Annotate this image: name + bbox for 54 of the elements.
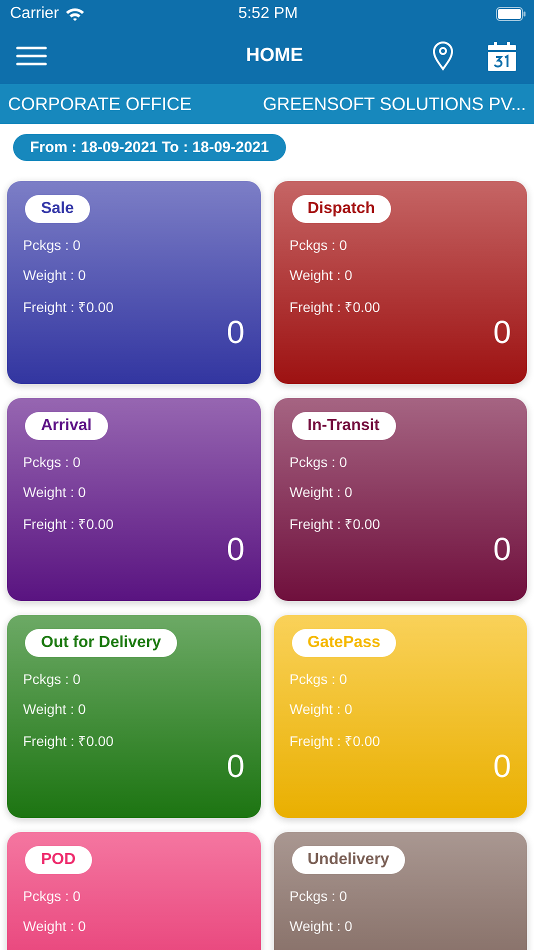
location-pin-icon[interactable] <box>432 41 454 71</box>
card-title: Undelivery <box>292 846 406 874</box>
card-title: Sale <box>25 195 90 223</box>
card-title: In-Transit <box>292 412 396 440</box>
menu-icon[interactable] <box>16 46 47 66</box>
card-title: Dispatch <box>292 195 392 223</box>
card-count: 0 <box>226 533 244 565</box>
card-stat: Freight : ₹0.00 <box>23 732 114 750</box>
calendar-icon[interactable] <box>488 42 516 70</box>
card-stat: Weight : 0 <box>290 918 354 934</box>
card-stat: Weight : 0 <box>23 918 87 934</box>
card-stat: Pckgs : 0 <box>290 888 348 904</box>
card-stat: Pckgs : 0 <box>23 671 82 687</box>
card-stat: Freight : ₹0.00 <box>23 298 114 316</box>
summary-card[interactable]: Out for Delivery Pckgs : 0 Weight : 0 Freight : ₹0.00 0 <box>7 615 260 818</box>
company-name: GREENSOFT SOLUTIONS PV... <box>262 94 526 114</box>
summary-card[interactable]: Sale Pckgs : 0 Weight : 0 Freight : ₹0.00 0 <box>7 181 260 384</box>
card-stat: Weight : 0 <box>23 484 87 500</box>
summary-card[interactable]: POD Pckgs : 0 Weight : 0 <box>7 832 260 950</box>
card-title: Arrival <box>25 412 108 440</box>
branch-name: CORPORATE OFFICE <box>8 94 192 114</box>
card-stat: Pckgs : 0 <box>23 237 82 253</box>
battery-icon <box>496 7 526 21</box>
card-stat: Weight : 0 <box>23 701 87 717</box>
card-stat: Weight : 0 <box>290 267 354 283</box>
card-count: 0 <box>226 316 244 348</box>
card-stat: Pckgs : 0 <box>290 237 348 253</box>
card-stat: Weight : 0 <box>290 701 354 717</box>
card-count: 0 <box>493 750 511 782</box>
screen-title: HOME <box>246 45 303 67</box>
card-stat: Freight : ₹0.00 <box>290 732 381 750</box>
card-count: 0 <box>493 533 511 565</box>
carrier-name: Carrier <box>10 5 59 23</box>
card-stat: Pckgs : 0 <box>23 454 82 470</box>
summary-card[interactable]: In-Transit Pckgs : 0 Weight : 0 Freight : ₹0.00 0 <box>274 398 527 601</box>
clock-time: 5:52 PM <box>238 5 298 23</box>
card-stat: Weight : 0 <box>290 484 354 500</box>
card-title: POD <box>25 846 92 874</box>
date-range-badge[interactable]: From : 18-09-2021 To : 18-09-2021 <box>13 134 286 161</box>
wifi-icon <box>64 7 85 21</box>
card-stat: Freight : ₹0.00 <box>290 298 381 316</box>
card-count: 0 <box>493 316 511 348</box>
card-title: Out for Delivery <box>25 629 178 657</box>
card-stat: Pckgs : 0 <box>290 671 348 687</box>
card-stat: Pckgs : 0 <box>290 454 348 470</box>
card-stat: Freight : ₹0.00 <box>23 515 114 533</box>
card-stat: Weight : 0 <box>23 267 87 283</box>
card-stat: Pckgs : 0 <box>23 888 82 904</box>
card-count: 0 <box>226 750 244 782</box>
summary-card[interactable]: Dispatch Pckgs : 0 Weight : 0 Freight : ₹0.00 0 <box>274 181 527 384</box>
card-title: GatePass <box>292 629 396 657</box>
card-stat: Freight : ₹0.00 <box>290 515 381 533</box>
summary-card[interactable]: Undelivery Pckgs : 0 Weight : 0 <box>274 832 527 950</box>
summary-card[interactable]: Arrival Pckgs : 0 Weight : 0 Freight : ₹0.00 0 <box>7 398 260 601</box>
